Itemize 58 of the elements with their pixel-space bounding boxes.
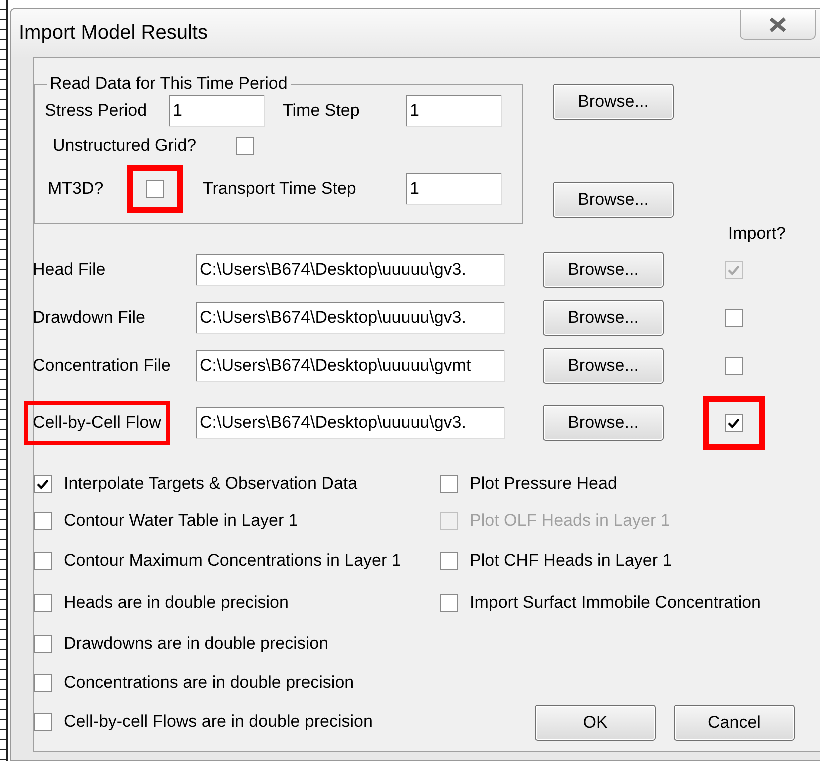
file-label: Cell-by-Cell Flow (24, 401, 170, 445)
transport-time-step-field[interactable]: 1 (406, 173, 502, 205)
checkmark-icon (728, 418, 740, 428)
checkbox[interactable] (725, 309, 743, 327)
browse-button[interactable]: Browse... (543, 348, 664, 384)
browse-button[interactable]: Browse... (553, 84, 674, 120)
browse-button[interactable]: Browse... (543, 252, 664, 288)
checkbox-label: Plot Pressure Head (470, 474, 618, 494)
checkbox-label: Unstructured Grid? (53, 136, 198, 156)
checkbox-label: Concentrations are in double precision (64, 673, 354, 693)
checkbox-label: Heads are in double precision (64, 593, 289, 613)
file-path-field[interactable]: C:\Users\B674\Desktop\uuuuu\gv3. (196, 254, 505, 286)
file-label: Drawdown File (32, 307, 146, 329)
browse-button[interactable]: Browse... (543, 405, 664, 441)
cancel-button[interactable]: Cancel (674, 705, 795, 741)
file-path-field[interactable]: C:\Users\B674\Desktop\uuuuu\gvmt (196, 350, 505, 382)
checkbox-label: Plot CHF Heads in Layer 1 (470, 551, 672, 571)
checkmark-icon (37, 478, 49, 490)
file-path-field[interactable]: C:\Users\B674\Desktop\uuuuu\gv3. (196, 302, 505, 334)
group-title: Read Data for This Time Period (49, 74, 289, 94)
checkmark-icon (728, 264, 740, 276)
checkbox-label: Interpolate Targets & Observation Data (64, 474, 358, 494)
checkbox-label: Import Surfact Immobile Concentration (470, 593, 762, 613)
checkbox-label: Plot OLF Heads in Layer 1 (470, 511, 670, 531)
checkbox[interactable] (725, 357, 743, 375)
checkbox[interactable] (725, 414, 743, 432)
close-icon (768, 16, 788, 32)
checkbox-label: MT3D? (48, 179, 105, 199)
window-title: Import Model Results (19, 22, 208, 44)
checkbox-label: Cell-by-cell Flows are in double precision (64, 712, 373, 732)
field-label: Transport Time Step (203, 179, 358, 199)
column-header: Import? (728, 224, 786, 245)
checkbox-label: Drawdowns are in double precision (64, 634, 329, 654)
stress-period-field[interactable]: 1 (169, 95, 265, 127)
checkbox[interactable] (34, 635, 52, 653)
checkbox[interactable] (440, 594, 458, 612)
close-button[interactable] (740, 10, 816, 40)
file-label: Concentration File (32, 355, 172, 377)
field-label: Stress Period (45, 101, 148, 121)
checkbox[interactable] (34, 552, 52, 570)
ok-button[interactable]: OK (535, 705, 656, 741)
field-label: Time Step (283, 101, 361, 121)
checkbox[interactable] (34, 713, 52, 731)
browse-button[interactable]: Browse... (553, 182, 674, 218)
file-path-field[interactable]: C:\Users\B674\Desktop\uuuuu\gv3. (196, 407, 505, 439)
checkbox[interactable] (146, 180, 164, 198)
checkbox[interactable] (34, 475, 52, 493)
checkbox[interactable] (34, 594, 52, 612)
browse-button[interactable]: Browse... (543, 300, 664, 336)
checkbox[interactable] (34, 512, 52, 530)
checkbox[interactable] (34, 674, 52, 692)
time-step-field[interactable]: 1 (406, 95, 502, 127)
checkbox-label: Contour Maximum Concentrations in Layer 1 (64, 551, 402, 571)
file-label: Head File (32, 259, 107, 281)
checkbox[interactable] (236, 137, 254, 155)
checkbox[interactable] (440, 552, 458, 570)
checkbox-label: Contour Water Table in Layer 1 (64, 511, 298, 531)
checkbox[interactable] (440, 475, 458, 493)
